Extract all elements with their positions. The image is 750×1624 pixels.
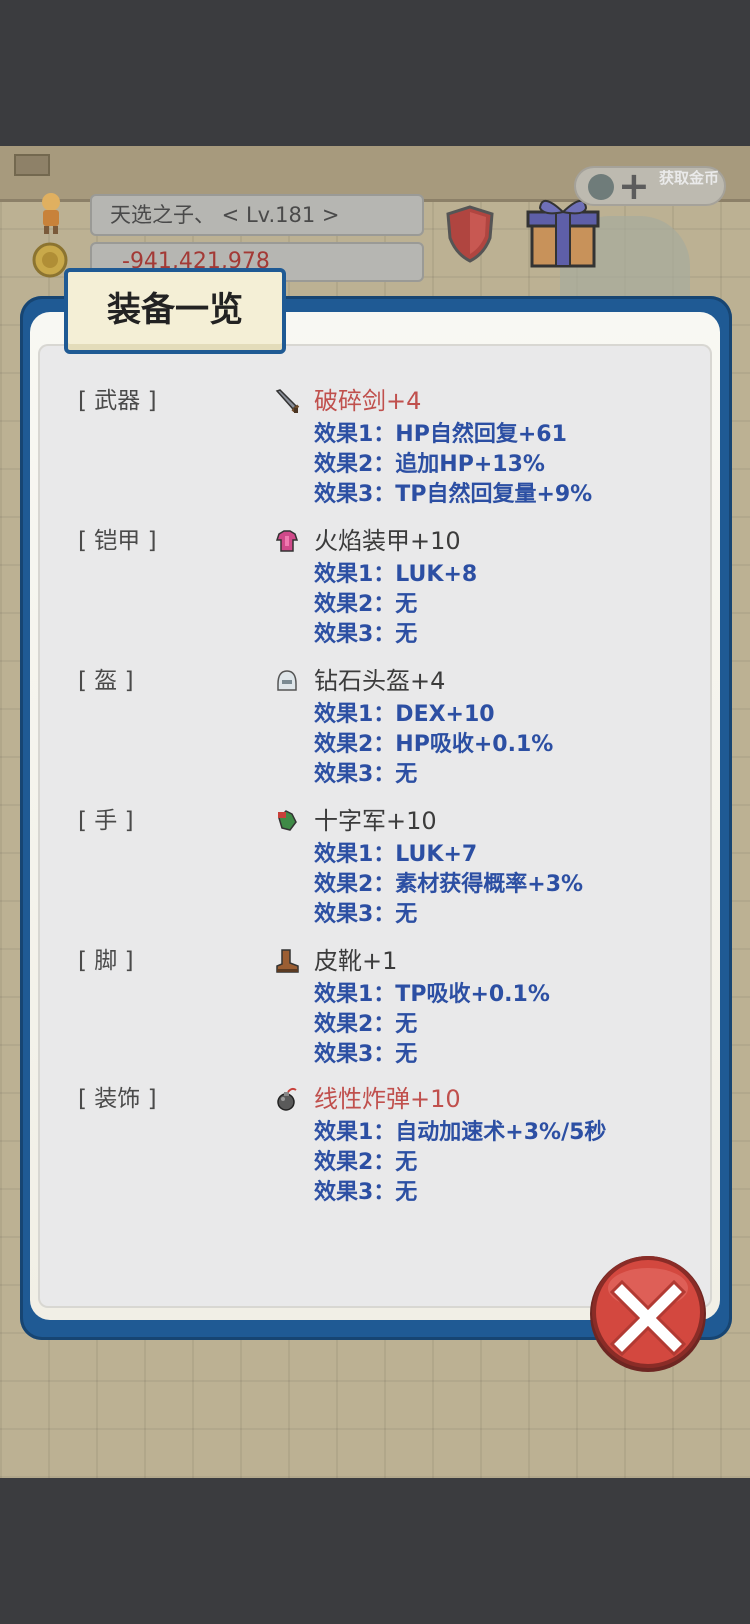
item-effect: 效果2：HP吸收+0.1% xyxy=(314,732,554,757)
bomb-icon xyxy=(277,1087,297,1111)
dialog-title: 装备一览 xyxy=(107,290,243,330)
armor-icon xyxy=(275,530,299,552)
item-effect: 效果1：HP自然回复+61 xyxy=(314,422,567,447)
item-effect: 效果3：无 xyxy=(314,762,418,787)
item-effect: 效果3：无 xyxy=(314,622,418,647)
item-name: 钻石头盔+4 xyxy=(314,667,446,695)
item-name: 线性炸弹+10 xyxy=(314,1085,461,1113)
item-effect: 效果2：无 xyxy=(314,1150,418,1175)
item-effect: 效果1：LUK+7 xyxy=(314,842,478,867)
slot-label: [ 盔 ] xyxy=(78,668,134,694)
item-name: 火焰装甲+10 xyxy=(314,527,461,555)
get-gold-label: 获取金币 xyxy=(658,169,719,187)
coin-icon xyxy=(32,242,68,278)
boot-icon xyxy=(276,949,299,973)
item-effect: 效果2：无 xyxy=(314,1012,418,1037)
item-effect: 效果1：TP吸收+0.1% xyxy=(314,982,550,1007)
item-effect: 效果3：无 xyxy=(314,1180,418,1205)
item-effect: 效果2：无 xyxy=(314,592,418,617)
slot-label: [ 装饰 ] xyxy=(78,1086,157,1112)
helmet-icon xyxy=(277,670,297,691)
item-name: 破碎剑+4 xyxy=(314,387,422,415)
item-effect: 效果1：自动加速术+3%/5秒 xyxy=(314,1120,607,1145)
item-name: 十字军+10 xyxy=(314,807,437,835)
dialog-title-tab: 装备一览 xyxy=(64,268,286,354)
get-gold-button[interactable]: + 获取金币 xyxy=(574,164,726,208)
player-name-level: 天选之子、 < Lv.181 > xyxy=(90,194,424,236)
top-left-block xyxy=(14,154,50,176)
plus-icon: + xyxy=(618,164,650,208)
slot-label: [ 武器 ] xyxy=(78,388,157,414)
shield-icon[interactable] xyxy=(444,204,496,264)
sword-icon xyxy=(275,389,300,413)
item-effect: 效果1：LUK+8 xyxy=(314,562,478,587)
item-effect: 效果3：无 xyxy=(314,1042,418,1067)
item-name: 皮靴+1 xyxy=(314,947,398,975)
item-effect: 效果1：DEX+10 xyxy=(314,702,495,727)
glove-icon xyxy=(278,810,297,831)
player-avatar-icon[interactable] xyxy=(34,190,68,234)
item-effect: 效果2：追加HP+13% xyxy=(314,452,545,477)
item-effect: 效果2：素材获得概率+3% xyxy=(314,872,584,897)
item-effect: 效果3：无 xyxy=(314,902,418,927)
slot-label: [ 脚 ] xyxy=(78,948,134,974)
close-button[interactable] xyxy=(586,1252,710,1376)
item-effect: 效果3：TP自然回复量+9% xyxy=(314,482,593,507)
slot-label: [ 手 ] xyxy=(78,808,134,834)
slot-label: [ 铠甲 ] xyxy=(78,528,157,554)
gem-icon xyxy=(588,174,614,200)
